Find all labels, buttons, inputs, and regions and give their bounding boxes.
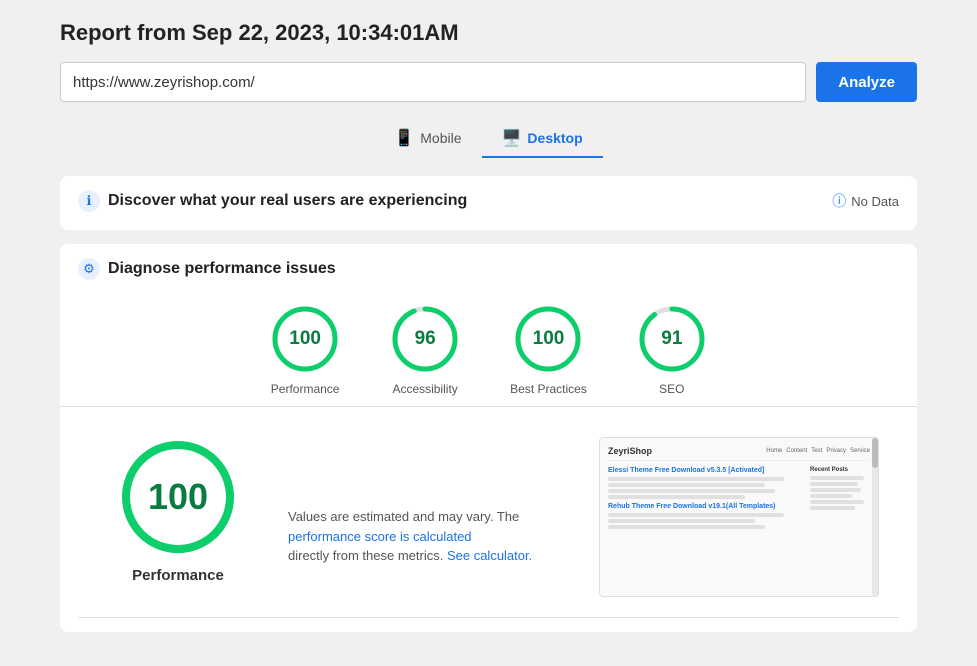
- info-icon: ⓘ: [832, 191, 846, 211]
- mock-sidebar-item-3: [810, 488, 861, 492]
- perf-desc-suffix: directly from these metrics.: [288, 548, 443, 563]
- scrollbar-thumb: [872, 438, 878, 468]
- big-score-label: Performance: [132, 567, 224, 584]
- mock-sidebar-item-1: [810, 476, 864, 480]
- score-performance-label: Performance: [271, 382, 340, 396]
- tab-mobile[interactable]: 📱 Mobile: [374, 120, 481, 158]
- mock-text-6: [608, 519, 755, 523]
- perf-calc-link2[interactable]: See calculator.: [447, 548, 532, 563]
- score-performance[interactable]: 100 Performance: [270, 304, 340, 396]
- screenshot-mockup-area: ZeyriShop Home Content Test Privacy Serv…: [599, 437, 879, 597]
- mock-nav-service: Service: [850, 448, 870, 454]
- mock-text-4: [608, 495, 745, 499]
- mock-sidebar-title: Recent Posts: [810, 467, 870, 473]
- mock-text-7: [608, 525, 765, 529]
- tab-mobile-label: Mobile: [420, 130, 461, 146]
- mock-nav-test: Test: [811, 448, 822, 454]
- screenshot-mockup: ZeyriShop Home Content Test Privacy Serv…: [600, 438, 878, 539]
- mock-sidebar: Recent Posts: [810, 467, 870, 531]
- desktop-icon: 🖥️: [502, 128, 522, 148]
- scores-row: 100 Performance 96 Accessibility: [78, 284, 899, 406]
- discover-icon: ℹ: [78, 190, 100, 212]
- mock-main-content: Elessi Theme Free Download v5.3.5 [Activ…: [608, 467, 804, 531]
- score-accessibility-value: 96: [415, 328, 436, 350]
- mock-text-3: [608, 489, 775, 493]
- scrollbar[interactable]: [872, 438, 878, 596]
- tab-row: 📱 Mobile 🖥️ Desktop: [60, 120, 917, 158]
- big-performance-circle: 100: [118, 437, 238, 557]
- score-seo-label: SEO: [659, 382, 684, 396]
- performance-detail: 100 Performance Values are estimated and…: [78, 407, 899, 618]
- mock-content: Elessi Theme Free Download v5.3.5 [Activ…: [608, 467, 870, 531]
- perf-desc-prefix: Values are estimated and may vary. The: [288, 509, 519, 524]
- score-best-practices-value: 100: [533, 328, 565, 350]
- tab-desktop[interactable]: 🖥️ Desktop: [482, 120, 603, 158]
- mock-nav-content: Content: [786, 448, 807, 454]
- tab-desktop-label: Desktop: [527, 130, 582, 146]
- mock-sidebar-item-2: [810, 482, 858, 486]
- analyze-button[interactable]: Analyze: [816, 62, 917, 102]
- mock-text-2: [608, 483, 765, 487]
- score-accessibility[interactable]: 96 Accessibility: [390, 304, 460, 396]
- discover-title: Discover what your real users are experi…: [108, 192, 467, 210]
- big-performance-circle-area: 100 Performance: [98, 437, 258, 584]
- big-score-number: 100: [148, 476, 208, 518]
- no-data-label: No Data: [851, 194, 899, 209]
- mock-nav: Home Content Test Privacy Service: [766, 448, 870, 454]
- diagnose-icon: ⚙: [78, 258, 100, 280]
- mobile-icon: 📱: [394, 128, 414, 148]
- mock-logo: ZeyriShop: [608, 446, 652, 456]
- report-title: Report from Sep 22, 2023, 10:34:01AM: [60, 20, 917, 46]
- diagnose-title: Diagnose performance issues: [108, 260, 336, 278]
- mock-post-title-1: Elessi Theme Free Download v5.3.5 [Activ…: [608, 467, 804, 474]
- perf-calc-link[interactable]: performance score is calculated: [288, 529, 472, 544]
- diagnose-section: ⚙ Diagnose performance issues 100 Perfor…: [60, 244, 917, 632]
- mock-text-5: [608, 513, 784, 517]
- mock-nav-home: Home: [766, 448, 782, 454]
- mock-sidebar-item-4: [810, 494, 852, 498]
- mock-text-1: [608, 477, 784, 481]
- no-data-badge: ⓘ No Data: [832, 191, 899, 211]
- score-performance-value: 100: [289, 328, 321, 350]
- mock-sidebar-item-5: [810, 500, 864, 504]
- mock-nav-privacy: Privacy: [826, 448, 846, 454]
- mock-post-title-2: Rehub Theme Free Download v19.1(All Temp…: [608, 503, 804, 510]
- discover-section: ℹ Discover what your real users are expe…: [60, 176, 917, 230]
- score-best-practices-label: Best Practices: [510, 382, 587, 396]
- score-accessibility-label: Accessibility: [392, 382, 457, 396]
- mock-sidebar-item-6: [810, 506, 855, 510]
- score-seo-value: 91: [661, 328, 682, 350]
- performance-description: Values are estimated and may vary. The p…: [288, 437, 569, 566]
- url-input[interactable]: [60, 62, 806, 102]
- score-seo[interactable]: 91 SEO: [637, 304, 707, 396]
- score-best-practices[interactable]: 100 Best Practices: [510, 304, 587, 396]
